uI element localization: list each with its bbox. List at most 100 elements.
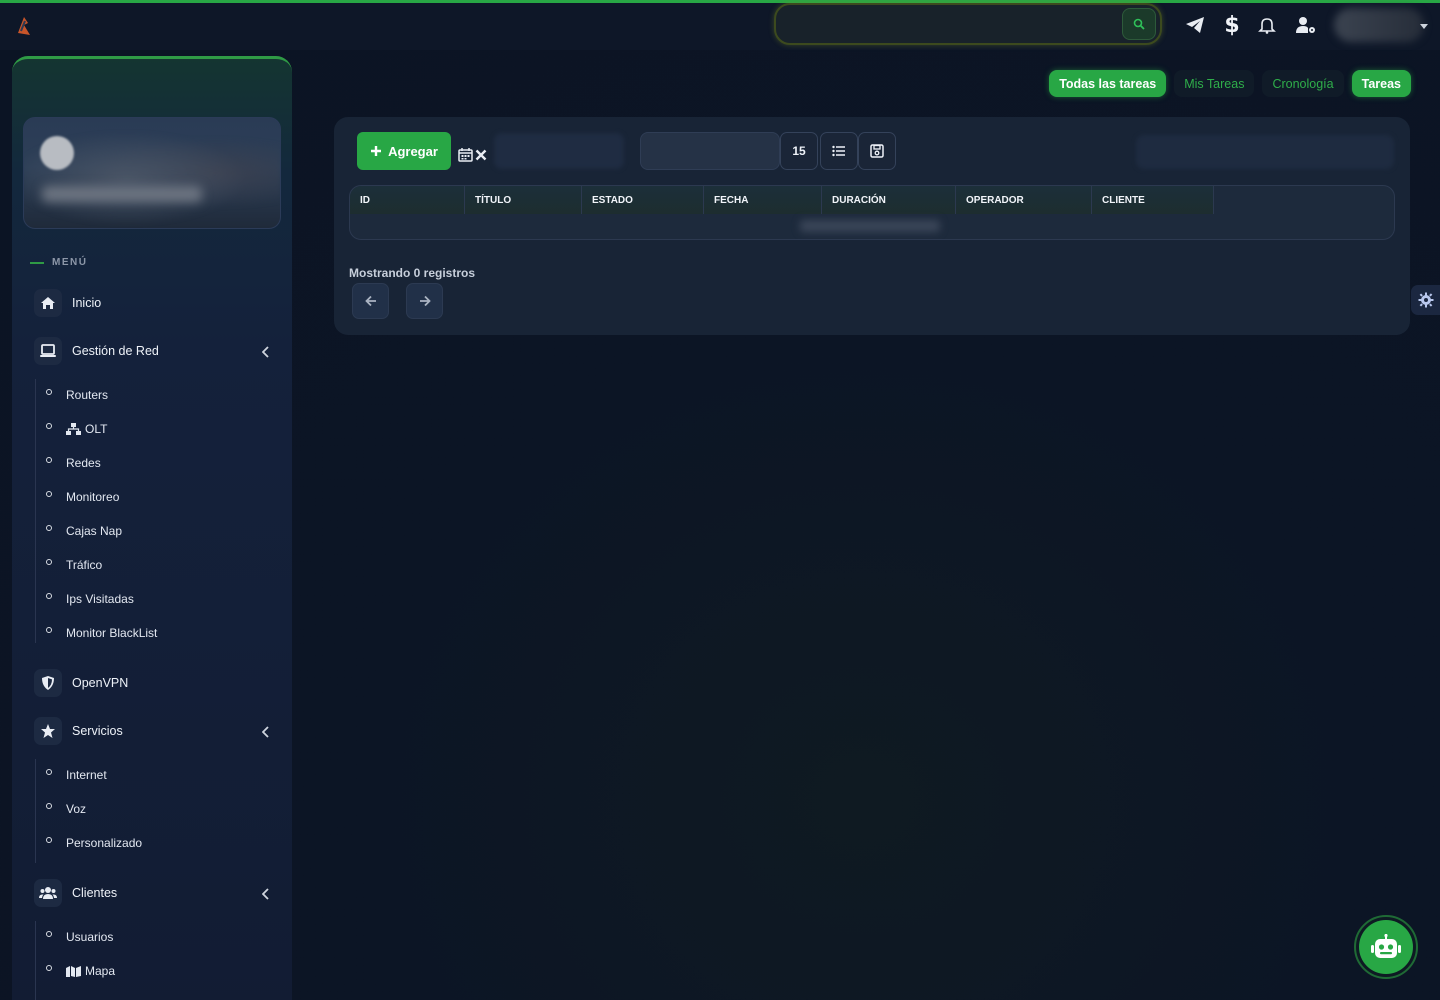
previous-page-button[interactable]: [352, 283, 389, 319]
star-icon: [34, 717, 62, 745]
circle-icon: [46, 491, 52, 497]
sidebar-subitem-monitoreo[interactable]: Monitoreo: [46, 487, 119, 507]
circle-icon: [46, 457, 52, 463]
profile-card[interactable]: [23, 117, 281, 229]
arrow-left-icon: [364, 295, 376, 307]
subitem-label: Ips Visitadas: [66, 592, 134, 606]
arrow-right-icon: [419, 295, 431, 307]
circle-icon: [46, 769, 52, 775]
sidebar-subitem-mapa[interactable]: Mapa: [46, 961, 115, 981]
sidebar-item-inicio[interactable]: Inicio: [34, 289, 274, 317]
user-settings-icon[interactable]: [1295, 14, 1317, 36]
circle-icon: [46, 627, 52, 633]
empty-table-message: [800, 220, 940, 232]
chevron-left-icon[interactable]: [261, 725, 270, 743]
shield-icon: [34, 669, 62, 697]
table-search-input[interactable]: [640, 132, 780, 170]
circle-icon: [46, 559, 52, 565]
user-menu[interactable]: [1334, 8, 1424, 42]
sidebar-item-openvpn[interactable]: OpenVPN: [34, 669, 274, 697]
filter-select[interactable]: [494, 133, 624, 169]
subitem-label: Monitoreo: [66, 490, 120, 504]
subitem-label: Usuarios: [66, 930, 114, 944]
column-header-fecha[interactable]: FECHA: [704, 186, 822, 214]
circle-icon: [46, 593, 52, 599]
tab-todas-las-tareas[interactable]: Todas las tareas: [1049, 70, 1167, 97]
subitem-label: Cajas Nap: [66, 524, 123, 538]
bell-icon[interactable]: [1256, 14, 1278, 36]
page-length-button[interactable]: 15: [780, 132, 818, 170]
subitem-label: OLT: [85, 422, 108, 436]
sidebar-item-servicios[interactable]: Servicios: [34, 717, 274, 745]
telegram-icon[interactable]: [1184, 14, 1206, 36]
chevron-down-icon[interactable]: [1420, 24, 1428, 29]
save-icon: [870, 144, 884, 158]
circle-icon: [46, 803, 52, 809]
sidebar-subitem-cajas-nap[interactable]: Cajas Nap: [46, 521, 122, 541]
list-icon: [832, 145, 845, 157]
subitem-label: Personalizado: [66, 836, 143, 850]
sidebar: MENÚ Inicio Gestión de Red Routers OLT R…: [12, 56, 292, 1000]
calendar-icon[interactable]: [458, 147, 473, 167]
robot-icon: [1371, 934, 1401, 958]
sidebar-subitem-voz[interactable]: Voz: [46, 799, 86, 819]
sidebar-subitem-ips-visitadas[interactable]: Ips Visitadas: [46, 589, 134, 609]
sidebar-subitem-redes[interactable]: Redes: [46, 453, 101, 473]
close-icon[interactable]: [475, 148, 487, 166]
sidebar-subitem-routers[interactable]: Routers: [46, 385, 108, 405]
table-info: Mostrando 0 registros: [349, 266, 476, 280]
next-page-button[interactable]: [406, 283, 443, 319]
table-header: ID TÍTULO ESTADO FECHA DURACIÓN OPERADOR…: [350, 186, 1214, 214]
sidebar-item-label: Gestión de Red: [72, 344, 159, 358]
chatbot-button-inner: [1359, 920, 1413, 974]
column-visibility-button[interactable]: [820, 132, 858, 170]
sidebar-subitem-monitor-blacklist[interactable]: Monitor BlackList: [46, 623, 157, 643]
circle-icon: [46, 423, 52, 429]
chevron-left-icon[interactable]: [261, 887, 270, 905]
map-icon: [66, 965, 81, 977]
column-header-operador[interactable]: OPERADOR: [956, 186, 1092, 214]
export-button[interactable]: [858, 132, 896, 170]
sidebar-subitem-usuarios[interactable]: Usuarios: [46, 927, 113, 947]
sidebar-item-label: Servicios: [72, 724, 123, 738]
chatbot-button[interactable]: [1354, 915, 1418, 979]
sidebar-subitem-trafico[interactable]: Tráfico: [46, 555, 102, 575]
circle-icon: [46, 931, 52, 937]
avatar: [40, 136, 74, 170]
column-header-titulo[interactable]: TÍTULO: [465, 186, 582, 214]
submenu-line: [35, 921, 36, 1000]
submenu-line: [35, 759, 36, 863]
plus-icon: [371, 146, 382, 156]
submenu-line: [35, 379, 36, 643]
menu-heading-bar: [30, 261, 44, 264]
sidebar-item-label: Clientes: [72, 886, 118, 900]
settings-toggle[interactable]: [1411, 285, 1440, 315]
sidebar-item-clientes[interactable]: Clientes: [34, 879, 274, 907]
tab-cronologia[interactable]: Cronología: [1262, 70, 1344, 97]
chevron-left-icon[interactable]: [261, 345, 270, 363]
add-button[interactable]: Agregar: [357, 132, 451, 170]
column-header-estado[interactable]: ESTADO: [582, 186, 704, 214]
global-search: [774, 3, 1162, 45]
column-header-cliente[interactable]: CLIENTE: [1092, 186, 1214, 214]
secondary-filter[interactable]: [1136, 135, 1394, 169]
tasks-table: ID TÍTULO ESTADO FECHA DURACIÓN OPERADOR…: [349, 185, 1395, 240]
tab-tareas[interactable]: Tareas: [1351, 70, 1411, 97]
search-button[interactable]: [1122, 8, 1156, 40]
sidebar-item-label: OpenVPN: [72, 676, 129, 690]
dollar-icon[interactable]: $: [1221, 13, 1243, 38]
sidebar-subitem-olt[interactable]: OLT: [46, 419, 107, 439]
sidebar-item-gestion-de-red[interactable]: Gestión de Red: [34, 337, 274, 365]
sidebar-subitem-internet[interactable]: Internet: [46, 765, 107, 785]
circle-icon: [46, 837, 52, 843]
subitem-label: Voz: [66, 802, 87, 816]
brand-logo-icon[interactable]: [12, 13, 36, 39]
column-header-id[interactable]: ID: [350, 186, 465, 214]
sidebar-item-label: Inicio: [72, 296, 102, 310]
circle-icon: [46, 525, 52, 531]
sidebar-subitem-personalizado[interactable]: Personalizado: [46, 833, 142, 853]
tab-mis-tareas[interactable]: Mis Tareas: [1174, 70, 1255, 97]
search-input[interactable]: [790, 13, 1120, 35]
column-header-duracion[interactable]: DURACIÓN: [822, 186, 956, 214]
subitem-label: Mapa: [85, 964, 116, 978]
